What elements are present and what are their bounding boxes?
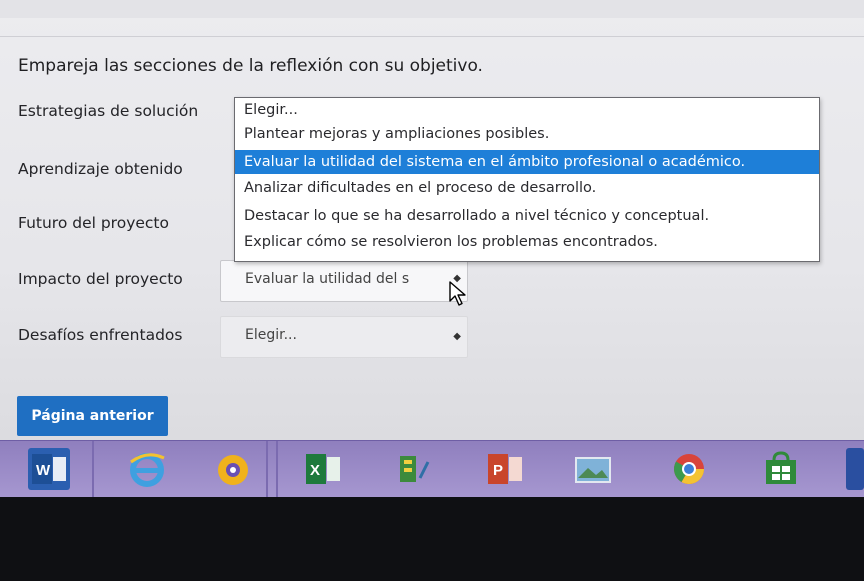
excel-icon[interactable]: X [302, 448, 344, 490]
select-desafios[interactable]: Elegir... ◆ [220, 316, 468, 358]
select-value: Evaluar la utilidad del s [245, 271, 410, 287]
select-dropdown-list[interactable]: Elegir... Plantear mejoras y ampliacione… [234, 97, 820, 262]
row-label-aprendizaje: Aprendizaje obtenido [18, 160, 183, 178]
dropdown-option[interactable]: Plantear mejoras y ampliaciones posibles… [235, 122, 819, 146]
previous-page-button[interactable]: Página anterior [17, 396, 168, 436]
dropdown-option[interactable]: Explicar cómo se resolvieron los problem… [235, 230, 819, 254]
word-icon[interactable]: W [28, 448, 70, 490]
powerpoint-icon[interactable]: P [484, 448, 526, 490]
svg-text:X: X [310, 462, 320, 479]
browser-page: Empareja las secciones de la reflexión c… [0, 0, 864, 440]
chevron-updown-icon: ◆ [453, 331, 461, 342]
photos-icon[interactable] [572, 448, 614, 490]
store-icon[interactable] [760, 448, 802, 490]
divider [266, 441, 268, 497]
internet-explorer-icon[interactable] [126, 448, 168, 490]
app-icon-partial[interactable] [846, 448, 864, 490]
row-label-impacto: Impacto del proyecto [18, 270, 183, 288]
dropdown-option-highlighted[interactable]: Evaluar la utilidad del sistema en el ám… [235, 150, 819, 174]
svg-text:W: W [36, 462, 51, 479]
select-value: Elegir... [245, 327, 297, 343]
top-bar [0, 0, 864, 18]
row-label-estrategias: Estrategias de solución [18, 102, 199, 120]
chrome-icon[interactable] [668, 448, 710, 490]
taskbar: W X P [0, 440, 864, 497]
svg-text:P: P [493, 462, 503, 479]
dropdown-option[interactable]: Analizar dificultades en el proceso de d… [235, 176, 819, 200]
dropdown-option[interactable]: Elegir... [235, 98, 819, 122]
question-instruction: Empareja las secciones de la reflexión c… [18, 56, 483, 76]
divider [0, 36, 864, 37]
row-label-desafios: Desafíos enfrentados [18, 326, 183, 344]
select-impacto[interactable]: Evaluar la utilidad del s ◆ [220, 260, 468, 302]
row-label-futuro: Futuro del proyecto [18, 214, 169, 232]
mouse-cursor-icon [449, 281, 466, 306]
projects-icon[interactable] [394, 448, 436, 490]
paint-icon[interactable] [212, 448, 254, 490]
dropdown-option[interactable]: Destacar lo que se ha desarrollado a niv… [235, 204, 819, 228]
divider [92, 441, 94, 497]
divider [276, 441, 278, 497]
